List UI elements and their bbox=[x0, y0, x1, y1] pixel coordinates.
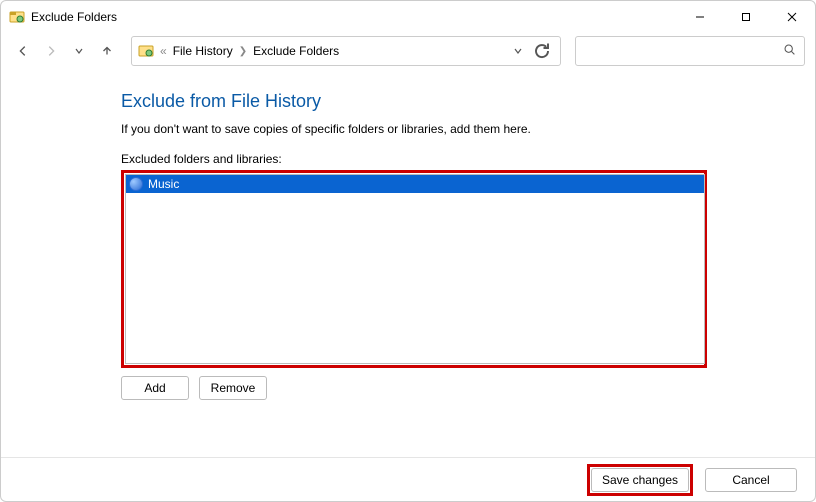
address-dropdown-button[interactable] bbox=[506, 39, 530, 63]
close-button[interactable] bbox=[769, 1, 815, 33]
search-icon bbox=[783, 43, 796, 59]
excluded-folders-list[interactable]: Music bbox=[125, 174, 705, 364]
breadcrumb-item[interactable]: Exclude Folders bbox=[251, 44, 341, 58]
up-button[interactable] bbox=[95, 39, 119, 63]
list-label: Excluded folders and libraries: bbox=[121, 152, 795, 166]
content-area: Exclude from File History If you don't w… bbox=[1, 69, 815, 457]
forward-button[interactable] bbox=[39, 39, 63, 63]
maximize-button[interactable] bbox=[723, 1, 769, 33]
remove-button[interactable]: Remove bbox=[199, 376, 267, 400]
recent-locations-button[interactable] bbox=[67, 39, 91, 63]
folder-icon bbox=[138, 43, 154, 59]
breadcrumb-prefix: « bbox=[160, 44, 171, 58]
back-button[interactable] bbox=[11, 39, 35, 63]
page-title: Exclude from File History bbox=[121, 91, 795, 112]
add-button[interactable]: Add bbox=[121, 376, 189, 400]
minimize-button[interactable] bbox=[677, 1, 723, 33]
highlight-annotation: Music bbox=[121, 170, 707, 368]
highlight-annotation: Save changes bbox=[587, 464, 693, 496]
list-item-label: Music bbox=[148, 177, 179, 191]
window-title: Exclude Folders bbox=[31, 10, 117, 24]
list-item[interactable]: Music bbox=[126, 175, 704, 193]
list-button-row: Add Remove bbox=[121, 376, 795, 400]
chevron-right-icon: ❯ bbox=[235, 46, 251, 57]
footer: Save changes Cancel bbox=[1, 457, 815, 501]
cancel-button[interactable]: Cancel bbox=[705, 468, 797, 492]
titlebar: Exclude Folders bbox=[1, 1, 815, 33]
search-input[interactable] bbox=[584, 44, 783, 58]
address-bar[interactable]: « File History ❯ Exclude Folders bbox=[131, 36, 561, 66]
search-box[interactable] bbox=[575, 36, 805, 66]
app-icon bbox=[9, 9, 25, 25]
music-library-icon bbox=[129, 177, 143, 191]
breadcrumb-item[interactable]: File History bbox=[171, 44, 235, 58]
window: Exclude Folders « File Histo bbox=[0, 0, 816, 502]
page-description: If you don't want to save copies of spec… bbox=[121, 122, 795, 136]
refresh-button[interactable] bbox=[530, 39, 554, 63]
save-changes-button[interactable]: Save changes bbox=[591, 468, 689, 492]
navigation-row: « File History ❯ Exclude Folders bbox=[1, 33, 815, 69]
